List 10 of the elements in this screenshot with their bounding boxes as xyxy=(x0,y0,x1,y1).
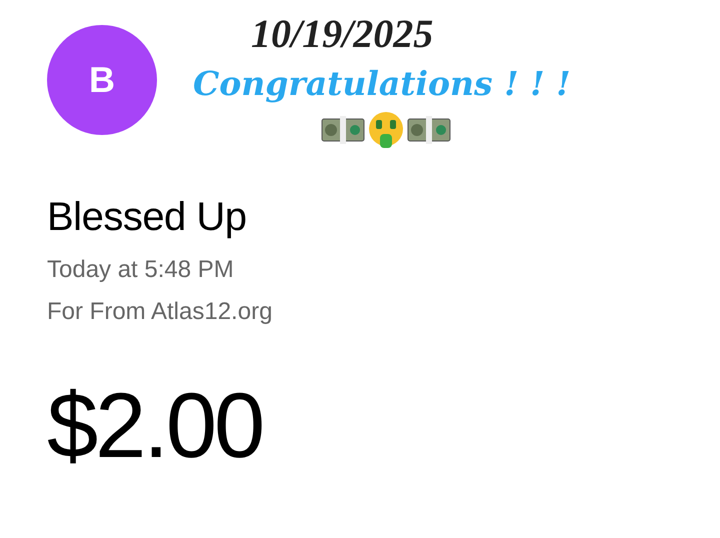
avatar: B xyxy=(47,25,157,135)
date-text: 10/19/2025 xyxy=(251,11,434,57)
money-face-icon xyxy=(367,111,405,149)
greeting-text: Congratulations ! ! ! xyxy=(193,63,571,105)
money-bill-icon xyxy=(407,116,451,144)
payment-amount: $2.00 xyxy=(47,374,264,479)
sender-name: Blessed Up xyxy=(47,195,248,240)
money-bill-icon xyxy=(321,116,365,144)
payment-time: Today at 5:48 PM xyxy=(47,256,235,284)
payment-note: For From Atlas12.org xyxy=(47,298,274,326)
